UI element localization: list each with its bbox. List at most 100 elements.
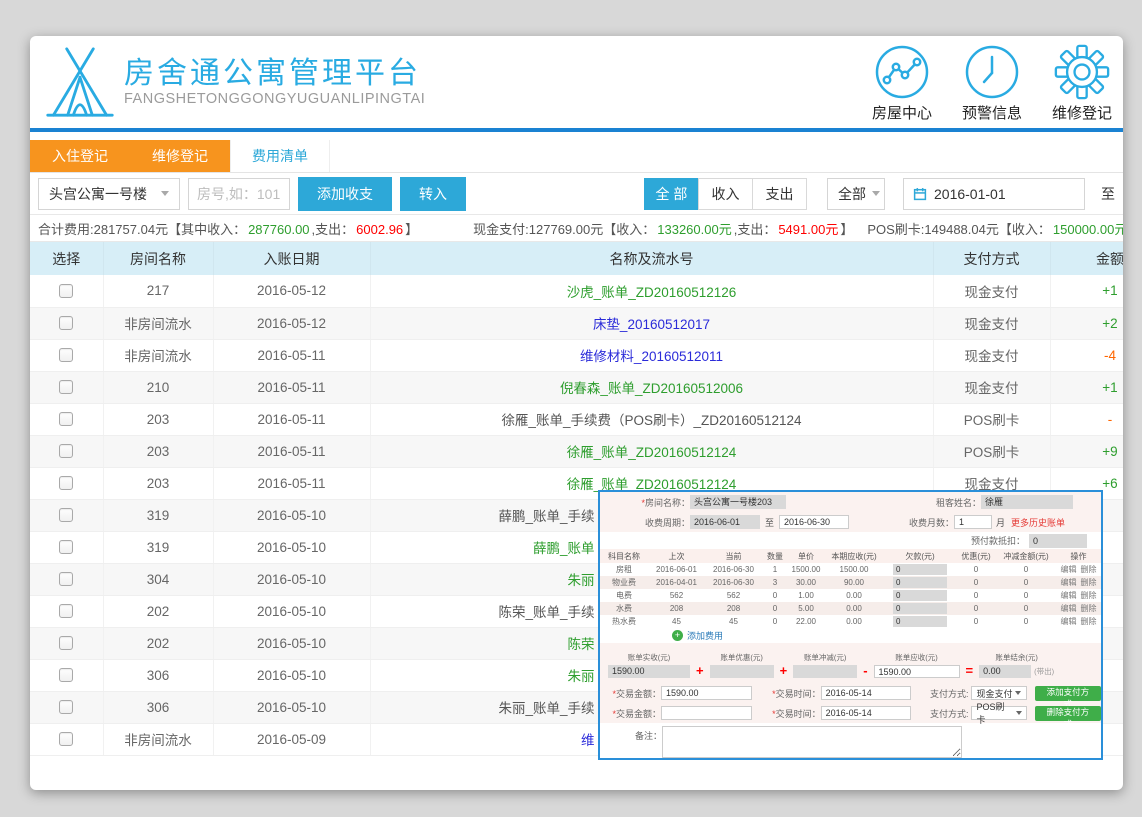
pay-method-label: 支付方式: [911, 707, 968, 720]
room-name-field: 头宫公寓一号楼203 [690, 495, 786, 509]
room-name-label: 房间名称： [645, 498, 690, 508]
more-history-link[interactable]: 更多历史账单 [1011, 516, 1065, 529]
record-link[interactable]: 维修材料_20160512011 [370, 339, 933, 371]
remark-textarea[interactable] [662, 726, 962, 758]
bill-receivable-field[interactable]: 1590.00 [874, 665, 960, 678]
edit-link[interactable]: 编辑 [1061, 565, 1077, 574]
months-unit: 月 [996, 516, 1005, 529]
row-checkbox[interactable] [59, 412, 73, 426]
app-title: 房舍通公寓管理平台 [124, 57, 425, 92]
add-fee-link[interactable]: 添加费用 [687, 629, 723, 642]
nav-item-house-center[interactable]: 房屋中心 [869, 44, 935, 123]
row-checkbox[interactable] [59, 316, 73, 330]
remark-row: 备注： [600, 723, 1101, 760]
col-room: 房间名称 [103, 242, 213, 275]
row-checkbox[interactable] [59, 476, 73, 490]
table-row: 非房间流水2016-05-11维修材料_20160512011现金支付-4 [30, 339, 1123, 371]
trade-time-input[interactable]: 2016-05-14 [821, 706, 912, 720]
trade-amount-input[interactable]: 1590.00 [661, 686, 752, 700]
trade-time-label: 交易时间： [776, 689, 821, 699]
scope-all-button[interactable]: 全 部 [644, 178, 699, 210]
bill-discount-field [710, 665, 774, 678]
table-row: 2102016-05-11倪春森_账单_ZD20160512006现金支付+1 [30, 371, 1123, 403]
scope-expense-button[interactable]: 支出 [752, 178, 807, 210]
transfer-in-button[interactable]: 转入 [400, 177, 466, 211]
row-checkbox[interactable] [59, 380, 73, 394]
tab-checkin-register[interactable]: 入住登记 [30, 140, 130, 172]
chevron-down-icon [1016, 711, 1022, 715]
debt-input[interactable]: 0 [893, 577, 947, 588]
row-checkbox[interactable] [59, 444, 73, 458]
date-from-field[interactable]: 2016-01-01 [903, 178, 1085, 210]
fee-row: 电费56256201.000.00000编辑删除 [600, 589, 1101, 602]
row-checkbox[interactable] [59, 284, 73, 298]
debt-input[interactable]: 0 [893, 564, 947, 575]
row-checkbox[interactable] [59, 668, 73, 682]
trade-amount-input[interactable] [661, 706, 752, 720]
delete-link[interactable]: 删除 [1081, 565, 1097, 574]
bill-summary: 账单实收(元)1590.00 + 账单优惠(元) + 账单冲减(元) - 账单应… [600, 643, 1101, 683]
edit-link[interactable]: 编辑 [1061, 617, 1077, 626]
summary-pos: POS刷卡:149488.04元【收入：150000.00元 [867, 219, 1123, 238]
delete-link[interactable]: 删除 [1081, 604, 1097, 613]
app-header: 房舍通公寓管理平台 FANGSHETONGGONGYUGUANLIPINGTAI… [30, 36, 1123, 128]
bill-balance-field: 0.00 [979, 665, 1031, 678]
row-checkbox[interactable] [59, 508, 73, 522]
delete-link[interactable]: 删除 [1081, 617, 1097, 626]
room-number-input[interactable] [188, 178, 290, 210]
plus-circle-icon: + [672, 630, 683, 641]
clock-icon [964, 44, 1020, 100]
debt-input[interactable]: 0 [893, 603, 947, 614]
period-to-field[interactable]: 2016-06-30 [779, 515, 849, 529]
col-name-serial: 名称及流水号 [370, 242, 933, 275]
pay-method-select[interactable]: POS刷卡 [971, 706, 1026, 720]
charge-period-label: 收费周期： [600, 516, 690, 529]
record-link[interactable]: 床垫_20160512017 [370, 307, 933, 339]
bill-received-field: 1590.00 [608, 665, 690, 678]
row-checkbox[interactable] [59, 572, 73, 586]
nav-item-repair-register[interactable]: 维修登记 [1049, 44, 1115, 123]
record-link[interactable]: 倪春森_账单_ZD20160512006 [370, 371, 933, 403]
building-select[interactable]: 头宫公寓一号楼 [38, 178, 180, 210]
prepay-field: 0 [1029, 534, 1087, 548]
pay-method-label: 支付方式: [911, 687, 968, 700]
add-income-expense-button[interactable]: 添加收支 [298, 177, 392, 211]
trade-time-input[interactable]: 2016-05-14 [821, 686, 912, 700]
scope-income-button[interactable]: 收入 [698, 178, 753, 210]
delete-link[interactable]: 删除 [1081, 591, 1097, 600]
row-checkbox[interactable] [59, 348, 73, 362]
tab-expense-list[interactable]: 费用清单 [230, 140, 330, 172]
delete-pay-method-button[interactable]: 删除支付方式 [1035, 706, 1101, 721]
row-checkbox[interactable] [59, 604, 73, 618]
table-row: 2032016-05-11徐雁_账单_ZD20160512124POS刷卡+9 [30, 435, 1123, 467]
pay-method-select[interactable]: 现金支付 [971, 686, 1026, 700]
gear-icon [1054, 44, 1110, 100]
summary-bar: 合计费用:281757.04元【其中收入：287760.00,支出：6002.9… [30, 215, 1123, 242]
tent-logo-icon [44, 44, 116, 120]
charge-months-field[interactable]: 1 [954, 515, 992, 529]
add-pay-method-button[interactable]: 添加支付方式 [1035, 686, 1101, 701]
row-checkbox[interactable] [59, 636, 73, 650]
add-fee-row: + 添加费用 [600, 628, 1101, 643]
edit-link[interactable]: 编辑 [1061, 591, 1077, 600]
edit-link[interactable]: 编辑 [1061, 604, 1077, 613]
row-checkbox[interactable] [59, 732, 73, 746]
type-select[interactable]: 全部 [827, 178, 885, 210]
tab-repair-register[interactable]: 维修登记 [130, 140, 230, 172]
plus-operator: + [696, 664, 704, 678]
edit-link[interactable]: 编辑 [1061, 578, 1077, 587]
row-checkbox[interactable] [59, 540, 73, 554]
prepay-row: 预付款抵扣： 0 [600, 532, 1101, 549]
delete-link[interactable]: 删除 [1081, 578, 1097, 587]
chart-nodes-icon [874, 44, 930, 100]
record-link[interactable]: 沙虎_账单_ZD20160512126 [370, 275, 933, 307]
nav-item-warning-info[interactable]: 预警信息 [959, 44, 1025, 123]
debt-input[interactable]: 0 [893, 590, 947, 601]
summary-total: 合计费用:281757.04元【其中收入：287760.00,支出：6002.9… [38, 219, 418, 238]
table-row: 2172016-05-12沙虎_账单_ZD20160512126现金支付+1 [30, 275, 1123, 307]
record-link[interactable]: 徐雁_账单_ZD20160512124 [370, 435, 933, 467]
row-checkbox[interactable] [59, 700, 73, 714]
debt-input[interactable]: 0 [893, 616, 947, 627]
scope-segmented-control: 全 部 收入 支出 [645, 178, 807, 210]
app-window: 房舍通公寓管理平台 FANGSHETONGGONGYUGUANLIPINGTAI… [30, 36, 1123, 790]
